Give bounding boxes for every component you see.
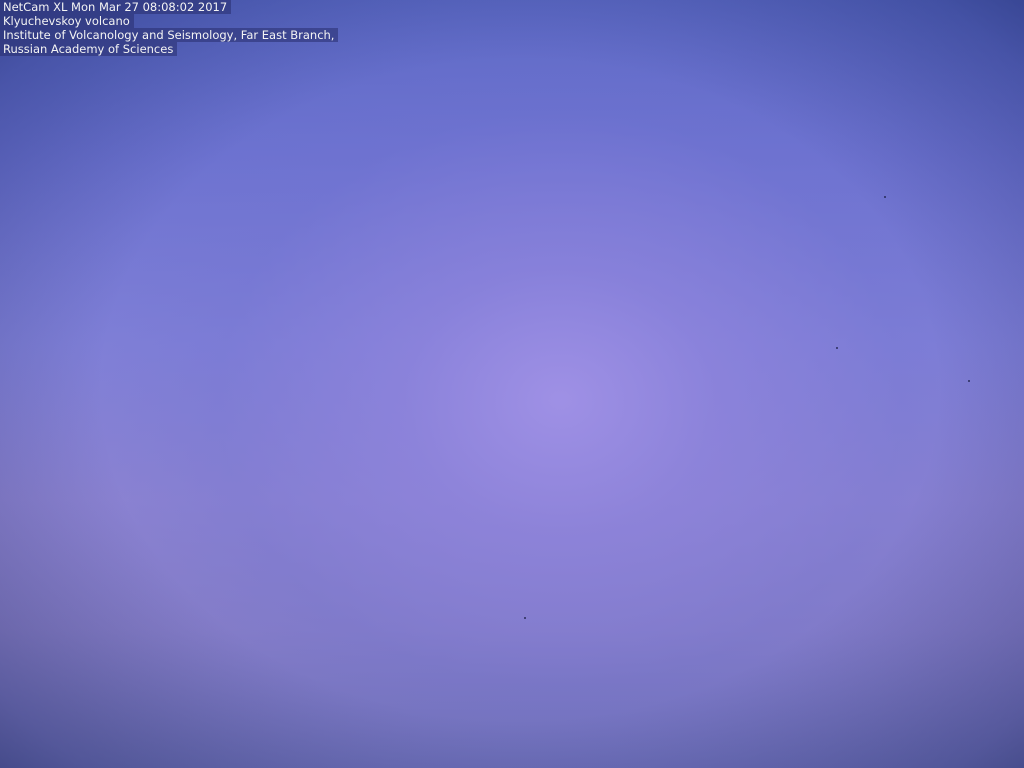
sky-speck bbox=[884, 196, 886, 198]
location-label: Klyuchevskoy volcano bbox=[0, 14, 134, 28]
sky-speck bbox=[968, 380, 970, 382]
sky-vignette bbox=[0, 0, 1024, 768]
sky-speck bbox=[524, 617, 526, 619]
camera-timestamp: NetCam XL Mon Mar 27 08:08:02 2017 bbox=[0, 0, 232, 14]
institute-line-1: Institute of Volcanology and Seismology,… bbox=[0, 28, 339, 42]
camera-caption-overlay: NetCam XL Mon Mar 27 08:08:02 2017 Klyuc… bbox=[0, 0, 339, 56]
institute-line-2: Russian Academy of Sciences bbox=[0, 42, 178, 56]
sky-speck bbox=[836, 347, 838, 349]
webcam-image: NetCam XL Mon Mar 27 08:08:02 2017 Klyuc… bbox=[0, 0, 1024, 768]
